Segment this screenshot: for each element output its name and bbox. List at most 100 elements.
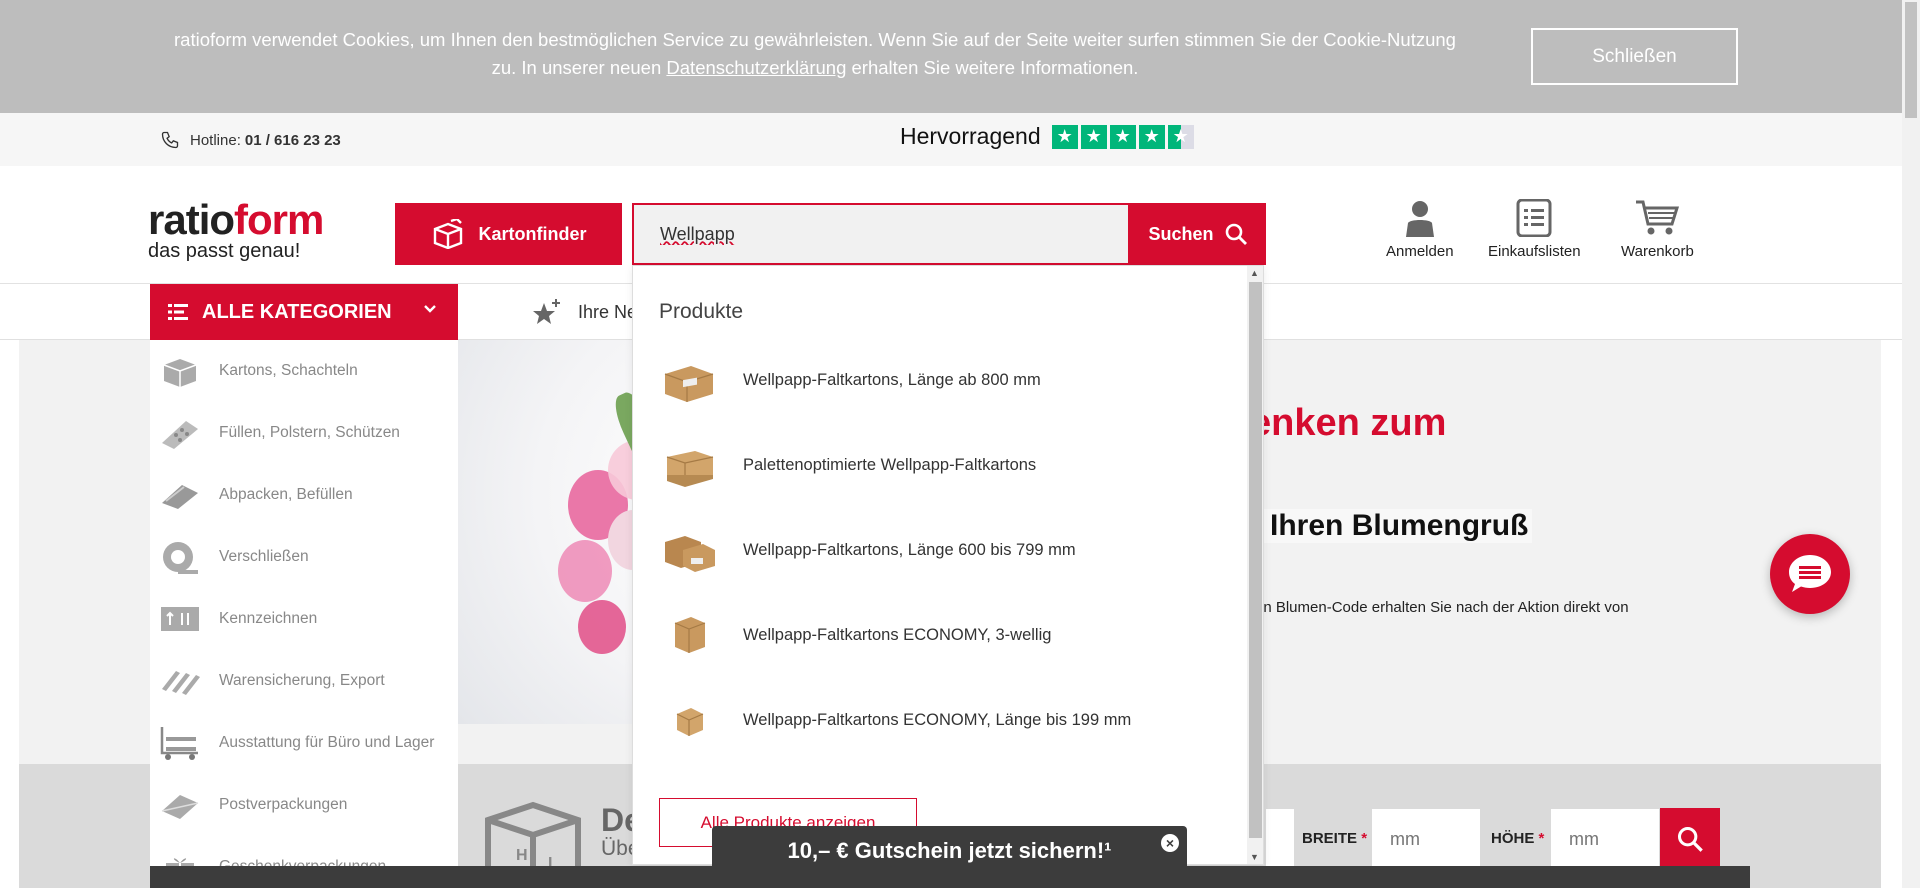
news-label: Ihre Ne xyxy=(578,301,638,322)
dropdown-heading: Produkte xyxy=(659,300,744,323)
kartonfinder-search-button[interactable] xyxy=(1660,808,1720,869)
logo-part-form: form xyxy=(234,196,324,243)
sidebar-item-label: Kennzeichnen xyxy=(219,610,318,627)
search-button-label: Suchen xyxy=(1148,223,1214,244)
user-icon xyxy=(1405,201,1434,237)
star-plus-icon xyxy=(533,299,560,324)
chat-icon xyxy=(1789,555,1831,592)
close-icon[interactable]: × xyxy=(1161,834,1179,852)
chevron-down-icon xyxy=(424,305,436,313)
all-categories-label: ALLE KATEGORIEN xyxy=(202,300,392,323)
kartonfinder-label: Kartonfinder xyxy=(478,223,587,244)
cookie-banner: ratioform verwendet Cookies, um Ihnen de… xyxy=(0,0,1902,113)
product-thumbnail xyxy=(659,692,719,748)
scroll-up-icon[interactable]: ▲ xyxy=(1250,268,1259,278)
envelope-icon xyxy=(160,787,200,823)
rating-label: Hervorragend xyxy=(900,123,1041,149)
scroll-down-icon[interactable]: ▼ xyxy=(1250,852,1259,862)
logo[interactable]: ratioform das passt genau! xyxy=(148,199,324,263)
shopping-lists-link[interactable]: Einkaufslisten xyxy=(1488,199,1581,260)
label-icon xyxy=(160,601,200,637)
suggestion-item[interactable]: Wellpapp-Faltkartons, Länge ab 800 mm xyxy=(659,345,1239,415)
height-label: HÖHE * xyxy=(1491,830,1544,847)
suggestion-title: Wellpapp-Faltkartons ECONOMY, Länge bis … xyxy=(743,710,1132,729)
login-label: Anmelden xyxy=(1386,243,1454,260)
width-label: BREITE * xyxy=(1302,830,1367,847)
sidebar-item-ausstattung[interactable]: Ausstattung für Büro und Lager xyxy=(150,712,458,774)
sidebar-item-kennzeichnen[interactable]: Kennzeichnen xyxy=(150,588,458,650)
sidebar-item-label: Postverpackungen xyxy=(219,796,348,813)
all-categories-button[interactable]: ALLE KATEGORIEN xyxy=(150,284,458,340)
suggestion-item[interactable]: Wellpapp-Faltkartons ECONOMY, 3-wellig xyxy=(659,600,1239,670)
suggestion-title: Palettenoptimierte Wellpapp-Faltkartons xyxy=(743,455,1037,474)
star-icon: ★ xyxy=(1080,124,1107,149)
search-button[interactable]: Suchen xyxy=(1130,203,1266,265)
sidebar-item-abpacken[interactable]: Abpacken, Befüllen xyxy=(150,464,458,526)
cookie-close-button[interactable]: Schließen xyxy=(1531,28,1738,85)
suggestion-title: Wellpapp-Faltkartons ECONOMY, 3-wellig xyxy=(743,625,1052,644)
sidebar-item-label: Ausstattung für Büro und Lager xyxy=(219,734,435,751)
tape-icon xyxy=(160,539,200,575)
length-field-edge[interactable] xyxy=(1266,809,1294,869)
required-mark: * xyxy=(1538,830,1545,847)
hotline[interactable]: Hotline: 01 / 616 23 23 xyxy=(160,130,341,150)
logo-tagline: das passt genau! xyxy=(148,240,301,262)
search-suggestions-dropdown: Produkte Wellpapp-Faltkartons, Länge ab … xyxy=(632,265,1264,865)
sidebar-item-postverpackungen[interactable]: Postverpackungen xyxy=(150,774,458,836)
sidebar-item-label: Warensicherung, Export xyxy=(219,672,385,689)
chat-button[interactable] xyxy=(1770,534,1850,614)
hotline-number: 01 / 616 23 23 xyxy=(244,131,341,149)
half-star-icon: ★ xyxy=(1167,124,1194,149)
dropdown-scrollbar-thumb[interactable] xyxy=(1249,282,1262,838)
scrollbar-thumb[interactable] xyxy=(1905,2,1917,118)
width-label-text: BREITE xyxy=(1302,830,1358,847)
shopping-lists-label: Einkaufslisten xyxy=(1488,243,1581,260)
hero-title: enken zum xyxy=(1250,402,1447,444)
suggestion-item[interactable]: Wellpapp-Faltkartons ECONOMY, Länge bis … xyxy=(659,685,1239,755)
search-box xyxy=(632,203,1130,265)
cart-link[interactable]: Warenkorb xyxy=(1621,199,1694,260)
suggestion-item[interactable]: Palettenoptimierte Wellpapp-Faltkartons xyxy=(659,430,1239,500)
required-mark: * xyxy=(1361,830,1368,847)
product-thumbnail xyxy=(659,607,719,663)
sidebar-item-verschliessen[interactable]: Verschließen xyxy=(150,526,458,588)
kartonfinder-button[interactable]: Kartonfinder xyxy=(395,203,622,265)
width-input[interactable] xyxy=(1372,809,1480,869)
news-nav-item[interactable]: Ihre Ne xyxy=(532,298,637,326)
sidebar-item-kartons[interactable]: Kartons, Schachteln xyxy=(150,340,458,402)
star-icon: ★ xyxy=(1138,124,1165,149)
sidebar-item-fuellen[interactable]: Füllen, Polstern, Schützen xyxy=(150,402,458,464)
trustpilot-rating[interactable]: Hervorragend ★ ★ ★ ★ ★ xyxy=(900,123,1197,150)
height-label-text: HÖHE xyxy=(1491,830,1535,847)
search-icon xyxy=(1225,223,1247,245)
sidebar-item-warensicherung[interactable]: Warensicherung, Export xyxy=(150,650,458,712)
product-thumbnail xyxy=(659,437,719,493)
privacy-link[interactable]: Datenschutzerklärung xyxy=(666,57,846,78)
cart-icon xyxy=(1636,200,1680,235)
svg-text:H: H xyxy=(516,847,528,864)
page-scrollbar[interactable] xyxy=(1902,0,1920,888)
bubble-wrap-icon xyxy=(160,415,200,451)
menu-icon xyxy=(168,304,188,320)
voucher-text: 10,– € Gutschein jetzt sichern!¹ xyxy=(787,838,1112,863)
cookie-text: ratioform verwendet Cookies, um Ihnen de… xyxy=(160,26,1470,82)
list-icon xyxy=(1516,199,1552,237)
search-input[interactable] xyxy=(634,205,1128,263)
bag-icon xyxy=(160,477,200,513)
hotline-label: Hotline: xyxy=(190,131,241,149)
phone-icon xyxy=(161,131,179,149)
login-link[interactable]: Anmelden xyxy=(1386,199,1454,260)
suggestion-item[interactable]: Wellpapp-Faltkartons, Länge 600 bis 799 … xyxy=(659,515,1239,585)
height-input[interactable] xyxy=(1551,809,1659,869)
cookie-text-part: erhalten Sie weitere Informationen. xyxy=(846,57,1139,78)
suggestion-title: Wellpapp-Faltkartons, Länge ab 800 mm xyxy=(743,370,1041,389)
voucher-banner[interactable]: 10,– € Gutschein jetzt sichern!¹ × xyxy=(712,826,1187,876)
sidebar-item-label: Kartons, Schachteln xyxy=(219,362,358,379)
logo-part-ratio: ratio xyxy=(148,196,235,243)
search-icon xyxy=(1677,826,1703,852)
star-icon: ★ xyxy=(1051,124,1078,149)
top-bar: Hotline: 01 / 616 23 23 Hervorragend ★ ★… xyxy=(0,113,1902,166)
box-finder-icon xyxy=(433,219,462,249)
dropdown-scrollbar[interactable]: ▲ ▼ xyxy=(1247,266,1263,864)
suggestion-title: Wellpapp-Faltkartons, Länge 600 bis 799 … xyxy=(743,540,1076,559)
